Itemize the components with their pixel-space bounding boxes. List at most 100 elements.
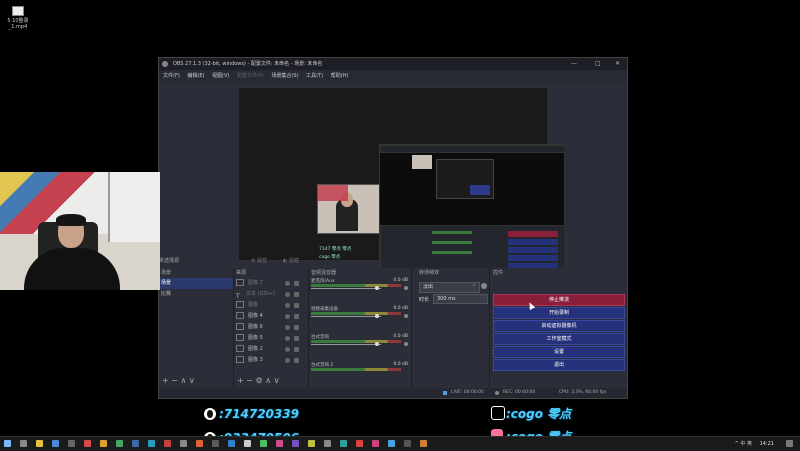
- lock-icon[interactable]: [294, 347, 299, 352]
- app-icon[interactable]: [244, 440, 251, 447]
- transition-select[interactable]: 淡出 ⌃: [419, 282, 480, 293]
- menu-profile[interactable]: 配置文件(P): [237, 73, 264, 79]
- app-icon[interactable]: [148, 440, 155, 447]
- app-icon[interactable]: [52, 440, 59, 447]
- clock[interactable]: 14:21: [760, 437, 774, 451]
- scene-item[interactable]: 比赛: [159, 289, 233, 300]
- source-item[interactable]: 图像 3: [234, 355, 308, 366]
- mixer-channel: 台式音响 2 0.0 dB: [309, 362, 411, 375]
- maximize-button[interactable]: □: [595, 58, 601, 70]
- lock-icon[interactable]: [294, 281, 299, 286]
- filters-button[interactable]: ◐ 滤镜: [283, 257, 299, 264]
- menu-view[interactable]: 视图(V): [212, 73, 229, 79]
- menu-file[interactable]: 文件(F): [163, 73, 180, 79]
- duration-input[interactable]: 300 ms: [433, 294, 488, 304]
- menu-tools[interactable]: 工具(T): [306, 73, 323, 79]
- image-icon: [236, 356, 244, 363]
- source-settings-gear-icon[interactable]: ⚙: [256, 376, 263, 385]
- search-icon[interactable]: [20, 440, 27, 447]
- source-item[interactable]: 图像 2: [234, 344, 308, 355]
- start-windows-icon[interactable]: [4, 440, 11, 447]
- channel-gear-icon[interactable]: [404, 314, 408, 318]
- source-item[interactable]: 图像 6: [234, 322, 308, 333]
- app-icon[interactable]: [356, 440, 363, 447]
- app-icon[interactable]: [132, 440, 139, 447]
- source-item[interactable]: 图像 4: [234, 311, 308, 322]
- settings-button[interactable]: 设置: [493, 346, 625, 358]
- move-up-icon[interactable]: ∧: [265, 376, 271, 385]
- app-icon[interactable]: [308, 440, 315, 447]
- visibility-eye-icon[interactable]: [285, 325, 290, 330]
- menu-scene-collection[interactable]: 场景集合(S): [271, 73, 298, 79]
- obs-taskbar-icon[interactable]: [404, 440, 411, 447]
- notification-icon[interactable]: [786, 440, 793, 447]
- preview-canvas[interactable]: 7147 零点 零点 cogo 零点: [239, 88, 566, 279]
- app-icon[interactable]: [420, 440, 427, 447]
- app-icon[interactable]: [196, 440, 203, 447]
- app-icon[interactable]: [292, 440, 299, 447]
- visibility-eye-icon[interactable]: [285, 358, 290, 363]
- lock-icon[interactable]: [294, 314, 299, 319]
- visibility-eye-icon[interactable]: [285, 336, 290, 341]
- stop-streaming-button[interactable]: 停止推流: [493, 294, 625, 306]
- menu-help[interactable]: 帮助(H): [331, 73, 349, 79]
- app-icon[interactable]: [228, 440, 235, 447]
- properties-button[interactable]: ⚙ 属性: [251, 257, 267, 264]
- app-icon[interactable]: [388, 440, 395, 447]
- app-icon[interactable]: [260, 440, 267, 447]
- visibility-eye-icon[interactable]: [285, 281, 290, 286]
- channel-gear-icon[interactable]: [404, 286, 408, 290]
- visibility-eye-icon[interactable]: [285, 347, 290, 352]
- channel-gear-icon[interactable]: [404, 342, 408, 346]
- menu-edit[interactable]: 编辑(E): [187, 73, 204, 79]
- scene-item[interactable]: 场景: [159, 278, 233, 289]
- lock-icon[interactable]: [294, 336, 299, 341]
- app-icon[interactable]: [180, 440, 187, 447]
- move-up-icon[interactable]: ∧: [181, 376, 187, 385]
- add-scene-button[interactable]: +: [162, 376, 169, 385]
- remove-source-button[interactable]: −: [246, 376, 253, 385]
- start-virtual-camera-button[interactable]: 启动虚拟摄像机: [493, 320, 625, 332]
- start-recording-button[interactable]: 开始录制: [493, 307, 625, 319]
- visibility-eye-icon[interactable]: [285, 292, 290, 297]
- lock-icon[interactable]: [294, 358, 299, 363]
- close-button[interactable]: ✕: [615, 58, 620, 70]
- lock-icon[interactable]: [294, 325, 299, 330]
- visibility-eye-icon[interactable]: [285, 303, 290, 308]
- qq-icon: [204, 408, 216, 420]
- file-explorer-icon[interactable]: [36, 440, 43, 447]
- source-item[interactable]: 图像 7: [234, 278, 308, 289]
- source-item[interactable]: T 文本 (GDI+): [234, 289, 308, 300]
- volume-slider[interactable]: [311, 344, 381, 345]
- lock-icon[interactable]: [294, 292, 299, 297]
- app-icon[interactable]: [340, 440, 347, 447]
- app-icon[interactable]: [84, 440, 91, 447]
- app-icon[interactable]: [68, 440, 75, 447]
- studio-mode-button[interactable]: 工作室模式: [493, 333, 625, 345]
- lock-icon[interactable]: [294, 303, 299, 308]
- streamer: [22, 214, 122, 290]
- visibility-eye-icon[interactable]: [285, 314, 290, 319]
- app-icon[interactable]: [324, 440, 331, 447]
- app-icon[interactable]: [164, 440, 171, 447]
- source-item[interactable]: 图像 5: [234, 333, 308, 344]
- system-tray[interactable]: ^ 中 英: [735, 437, 752, 451]
- volume-slider[interactable]: [311, 288, 381, 289]
- app-icon[interactable]: [276, 440, 283, 447]
- douyin-handle: :cogo 零点: [506, 407, 572, 421]
- desktop-file[interactable]: 5.10整录 _1.mp4: [4, 6, 32, 30]
- app-icon[interactable]: [372, 440, 379, 447]
- volume-slider[interactable]: [311, 316, 381, 317]
- remove-scene-button[interactable]: −: [171, 376, 178, 385]
- app-icon[interactable]: [212, 440, 219, 447]
- move-down-icon[interactable]: ∨: [189, 376, 195, 385]
- source-item[interactable]: 图像: [234, 300, 308, 311]
- app-icon[interactable]: [100, 440, 107, 447]
- exit-button[interactable]: 退出: [493, 359, 625, 371]
- transition-gear-icon[interactable]: [481, 283, 487, 289]
- move-down-icon[interactable]: ∨: [274, 376, 280, 385]
- minimize-button[interactable]: —: [571, 58, 577, 70]
- app-icon[interactable]: [116, 440, 123, 447]
- add-source-button[interactable]: +: [237, 376, 244, 385]
- image-icon: [236, 312, 244, 319]
